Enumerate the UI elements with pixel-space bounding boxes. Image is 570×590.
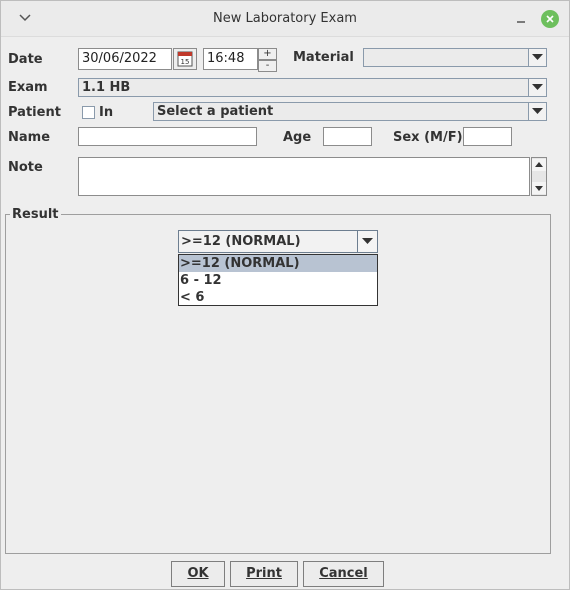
scroll-down-button[interactable] [532,182,546,194]
note-textarea[interactable] [78,157,530,196]
close-icon[interactable] [541,10,559,28]
patient-label: Patient [8,105,61,120]
result-title: Result [10,207,61,222]
result-selected-value: >=12 (NORMAL) [181,234,301,249]
result-option[interactable]: 6 - 12 [179,272,377,289]
chevron-down-icon[interactable] [528,103,546,120]
patient-combo[interactable]: Select a patient [153,102,547,121]
scroll-up-button[interactable] [532,159,546,171]
material-combo[interactable] [363,48,547,67]
result-combo[interactable]: >=12 (NORMAL) [178,230,378,253]
in-patient-checkbox[interactable] [82,106,95,119]
chevron-down-icon[interactable] [528,49,546,66]
exam-label: Exam [8,80,48,95]
date-field[interactable]: 30/06/2022 [78,48,172,70]
exam-combo[interactable]: 1.1 HB [78,78,547,97]
result-option[interactable]: >=12 (NORMAL) [179,255,377,272]
ok-button[interactable]: OK [171,561,225,587]
chevron-down-icon[interactable] [357,231,377,252]
patient-value: Select a patient [157,104,274,119]
result-option[interactable]: < 6 [179,289,377,306]
material-label: Material [293,50,354,65]
title-bar: New Laboratory Exam [1,1,569,37]
window-title: New Laboratory Exam [213,11,357,26]
lab-exam-window: New Laboratory Exam Date 30/06/2022 15 1… [0,0,570,590]
note-label: Note [8,160,43,175]
in-label: In [99,105,114,120]
result-dropdown-list: >=12 (NORMAL) 6 - 12 < 6 [178,254,378,306]
time-increment-button[interactable]: + [258,48,277,60]
time-decrement-button[interactable]: - [258,60,277,72]
name-label: Name [8,130,51,145]
name-field[interactable] [78,127,257,146]
date-label: Date [8,52,43,67]
chevron-down-icon[interactable] [528,79,546,96]
note-scrollbar[interactable] [531,157,547,196]
age-label: Age [283,130,312,145]
calendar-button[interactable]: 15 [173,48,197,70]
age-field[interactable] [323,127,372,146]
sex-label: Sex (M/F) [393,130,463,145]
minimize-icon[interactable] [514,9,528,27]
time-field[interactable]: 16:48 [203,48,258,70]
exam-value: 1.1 HB [82,80,131,95]
calendar-icon: 15 [174,51,196,73]
svg-text:15: 15 [181,58,190,66]
print-button[interactable]: Print [230,561,298,587]
cancel-button[interactable]: Cancel [303,561,384,587]
sex-field[interactable] [463,127,512,146]
